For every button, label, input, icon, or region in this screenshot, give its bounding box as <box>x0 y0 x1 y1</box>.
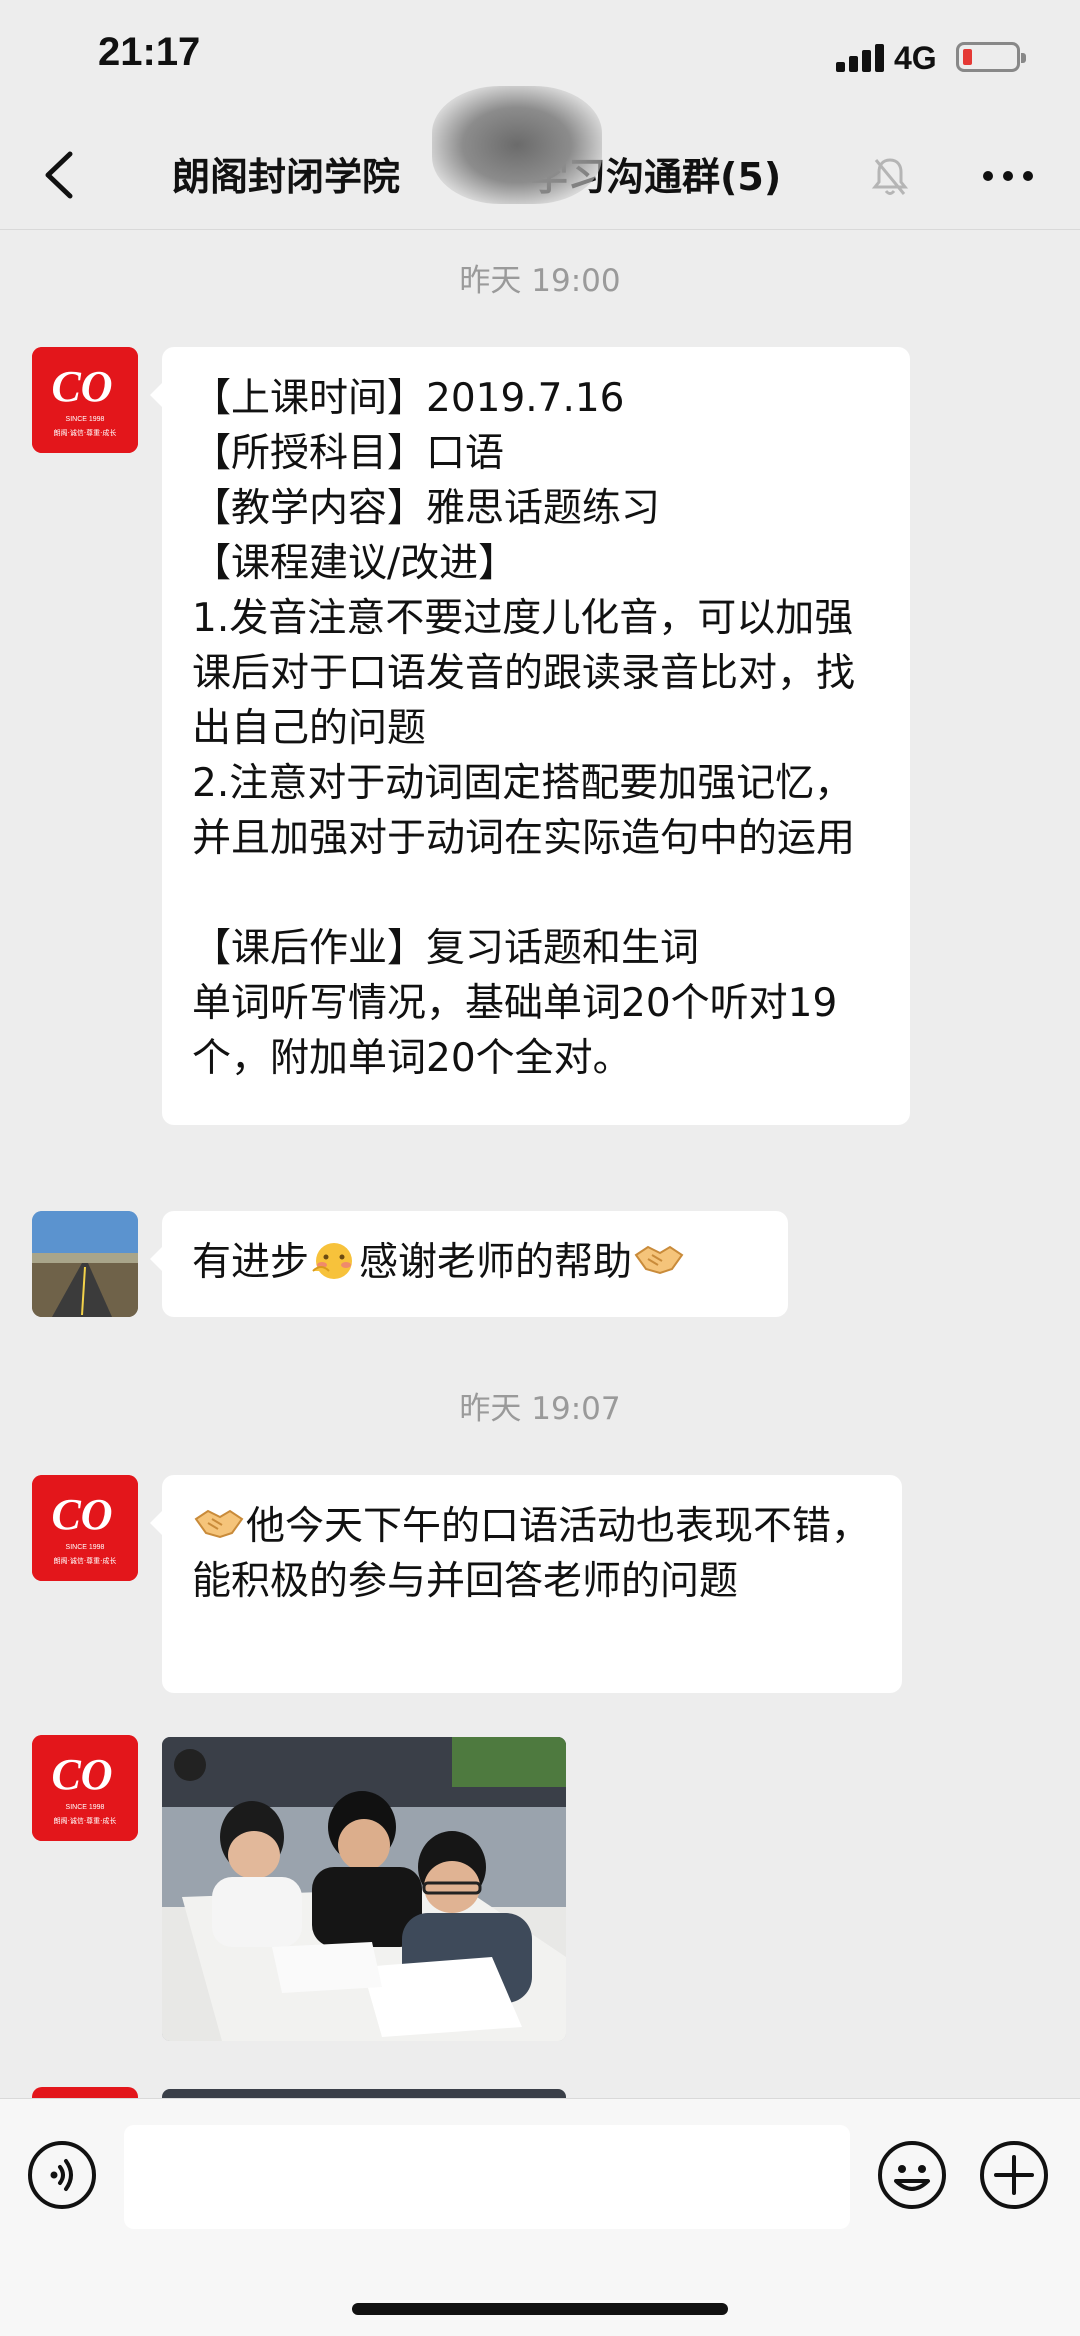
message-text-part2: 感谢老师的帮助 <box>359 1240 633 1285</box>
handshake-emoji-icon <box>634 1245 684 1275</box>
battery-icon <box>956 42 1026 72</box>
road-photo-icon <box>32 1211 138 1317</box>
brand-logo-icon: CO SINCE 1998 朗阁·诚信·尊重·成长 <box>32 347 138 453</box>
classroom-photo-image <box>162 1737 566 2041</box>
chat-title-part1: 朗阁封闭学院 <box>172 155 401 199</box>
logo-tagline-text: 朗阁·诚信·尊重·成长 <box>54 428 117 437</box>
logo-main-text: CO <box>51 1750 112 1799</box>
logo-since-text: SINCE 1998 <box>66 416 105 423</box>
avatar[interactable]: CO SINCE 1998 朗阁·诚信·尊重·成长 <box>32 1735 138 1841</box>
more-dots-icon[interactable] <box>978 156 1038 196</box>
shy-face-emoji-icon <box>312 1243 353 1279</box>
message-text-part1: 有进步 <box>192 1240 310 1285</box>
message-bubble[interactable]: 他今天下午的口语活动也表现不错，能积极的参与并回答老师的问题 <box>150 1475 902 1693</box>
signal-icon <box>836 42 886 72</box>
timestamp: 昨天 19:00 <box>459 263 621 299</box>
avatar[interactable]: CO SINCE 1998 朗阁·诚信·尊重·成长 <box>32 1475 138 1581</box>
avatar[interactable] <box>32 2087 138 2098</box>
network-type: 4G <box>894 40 937 76</box>
voice-icon[interactable] <box>26 2139 98 2211</box>
timestamp: 昨天 19:07 <box>459 1391 621 1427</box>
message-text: 【上课时间】2019.7.16 【所授科目】口语 【教学内容】雅思话题练习 【课… <box>192 376 856 1081</box>
avatar[interactable] <box>32 1211 138 1317</box>
logo-main-text: CO <box>51 1490 112 1539</box>
logo-main-text: CO <box>51 362 112 411</box>
chevron-left-icon[interactable] <box>36 148 86 202</box>
message-bubble[interactable]: 【上课时间】2019.7.16 【所授科目】口语 【教学内容】雅思话题练习 【课… <box>150 347 910 1125</box>
brand-logo-icon: CO SINCE 1998 朗阁·诚信·尊重·成长 <box>32 1735 138 1841</box>
home-indicator <box>352 2303 728 2315</box>
chat-photo[interactable] <box>162 2089 566 2098</box>
logo-since-text: SINCE 1998 <box>66 1804 105 1811</box>
message-text: 他今天下午的口语活动也表现不错，能积极的参与并回答老师的问题 <box>192 1504 871 1604</box>
input-bar <box>0 2098 1080 2336</box>
emoji-icon[interactable] <box>876 2139 948 2211</box>
redaction-scribble <box>432 86 602 204</box>
avatar[interactable]: CO SINCE 1998 朗阁·诚信·尊重·成长 <box>32 347 138 453</box>
logo-tagline-text: 朗阁·诚信·尊重·成长 <box>54 1816 117 1825</box>
status-time: 21:17 <box>98 30 201 74</box>
plus-icon[interactable] <box>978 2139 1050 2211</box>
handshake-emoji-icon <box>194 1509 244 1539</box>
message-input[interactable] <box>124 2125 850 2229</box>
chat-area[interactable]: 昨天 19:00 CO SINCE 1998 朗阁·诚信·尊重·成长 【上课时间… <box>0 231 1080 2098</box>
chat-photo[interactable] <box>162 1737 566 2041</box>
logo-since-text: SINCE 1998 <box>66 1544 105 1551</box>
message-bubble[interactable]: 有进步 感谢老师的帮助 <box>150 1211 788 1317</box>
brand-logo-icon: CO SINCE 1998 朗阁·诚信·尊重·成长 <box>32 1475 138 1581</box>
logo-tagline-text: 朗阁·诚信·尊重·成长 <box>54 1556 117 1565</box>
bell-mute-icon <box>871 158 909 195</box>
